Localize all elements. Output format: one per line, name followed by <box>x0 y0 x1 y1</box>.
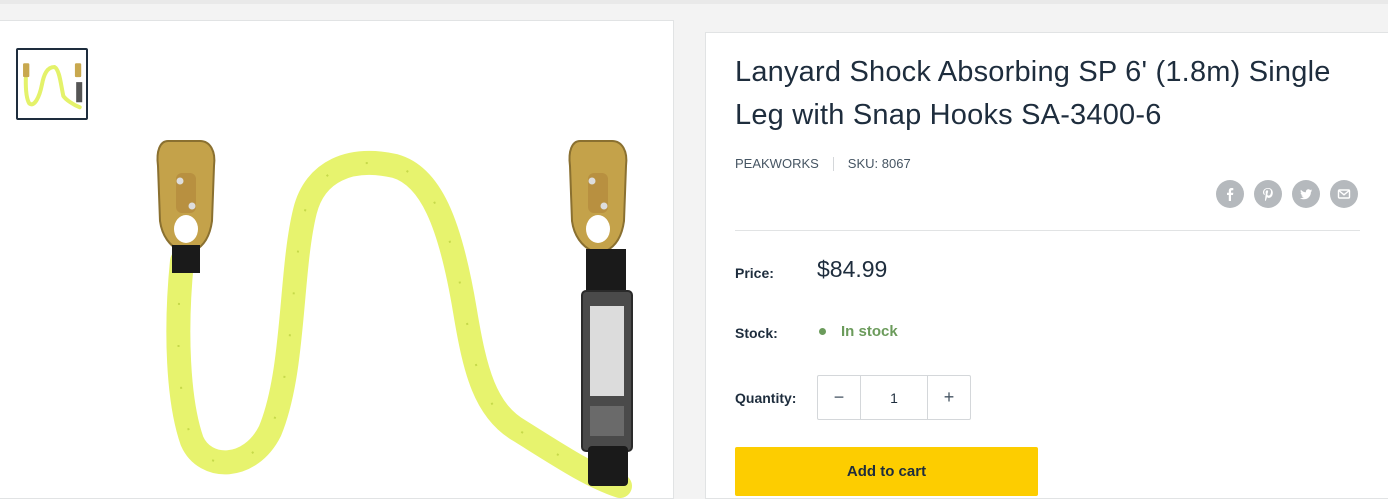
email-icon[interactable] <box>1330 180 1358 208</box>
top-border <box>0 0 1388 4</box>
divider <box>735 230 1360 231</box>
quantity-stepper: − 1 + <box>817 375 971 420</box>
vendor-link[interactable]: PEAKWORKS <box>735 156 819 171</box>
stock-label: Stock: <box>735 325 778 341</box>
stock-status-text: In stock <box>841 323 898 340</box>
product-thumbnail[interactable] <box>16 48 88 120</box>
meta-separator <box>832 156 834 171</box>
quantity-decrease-button[interactable]: − <box>818 376 860 419</box>
quantity-label: Quantity: <box>735 390 797 406</box>
share-buttons <box>1216 180 1358 208</box>
quantity-increase-button[interactable]: + <box>928 376 970 419</box>
product-main-image <box>120 111 660 499</box>
product-meta: PEAKWORKS SKU: 8067 <box>735 156 911 171</box>
product-title: Lanyard Shock Absorbing SP 6' (1.8m) Sin… <box>735 56 1331 131</box>
lanyard-thumbnail-image <box>23 63 83 110</box>
product-gallery <box>0 20 674 499</box>
facebook-icon[interactable] <box>1216 180 1244 208</box>
in-stock-dot-icon <box>819 328 826 335</box>
product-sku: SKU: 8067 <box>847 156 911 171</box>
quantity-input[interactable]: 1 <box>860 376 928 419</box>
twitter-icon[interactable] <box>1292 180 1320 208</box>
price-label: Price: <box>735 265 774 281</box>
product-info-panel: Lanyard Shock Absorbing SP 6' (1.8m) Sin… <box>705 32 1388 499</box>
stock-status: In stock <box>817 323 898 340</box>
pinterest-icon[interactable] <box>1254 180 1282 208</box>
product-price: $84.99 <box>817 256 888 282</box>
add-to-cart-button[interactable]: Add to cart <box>735 447 1038 496</box>
